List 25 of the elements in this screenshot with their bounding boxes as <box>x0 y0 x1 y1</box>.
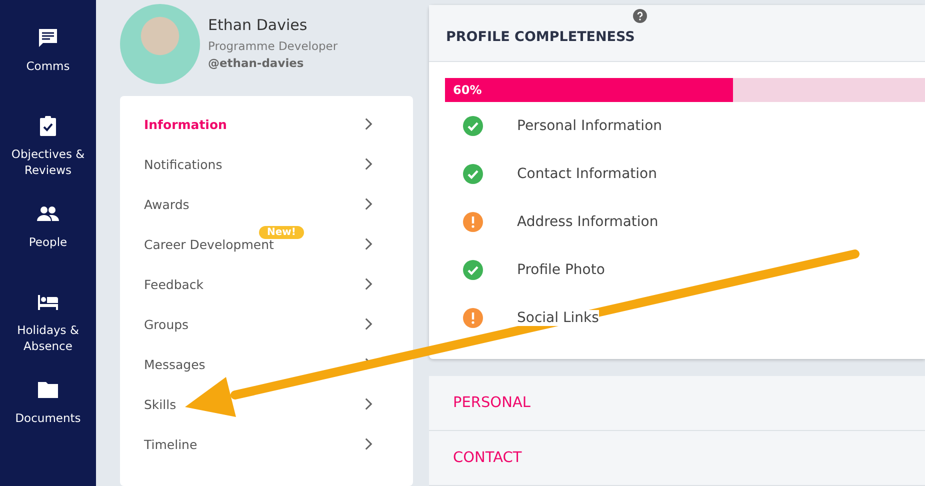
chat-icon <box>36 26 60 50</box>
progress-bar: 60% <box>445 78 733 102</box>
section-header[interactable]: CONTACT <box>429 431 925 486</box>
menu-item[interactable]: Awards <box>144 196 190 212</box>
menu-item[interactable]: Career Development <box>144 236 274 252</box>
menu-item[interactable]: Timeline <box>144 436 198 452</box>
menu-item[interactable]: Notifications <box>144 156 222 172</box>
section-header[interactable]: PERSONAL <box>429 376 925 431</box>
card-title: PROFILE COMPLETENESS <box>446 29 635 45</box>
new-badge: New! <box>259 226 304 239</box>
sidebar-item[interactable]: People <box>0 202 96 290</box>
sidebar-item[interactable]: Holidays & Absence <box>0 290 96 378</box>
menu-item[interactable]: Feedback <box>144 276 204 292</box>
completeness-item: Social Links <box>517 310 599 326</box>
menu-item[interactable]: Groups <box>144 316 189 332</box>
menu-item[interactable]: Information <box>144 116 227 132</box>
sidebar-item[interactable]: Objectives & Reviews <box>0 114 96 202</box>
menu-item[interactable]: Skills <box>144 396 176 412</box>
sidebar-item[interactable]: Documents <box>0 378 96 466</box>
profile-role: Programme Developer <box>208 39 338 53</box>
profile-name: Ethan Davies <box>208 16 308 34</box>
help-icon[interactable] <box>633 9 647 23</box>
sidebar-item[interactable]: Comms <box>0 26 96 114</box>
menu-item[interactable]: Messages <box>144 356 206 372</box>
profile-handle: @ethan-davies <box>208 56 305 70</box>
